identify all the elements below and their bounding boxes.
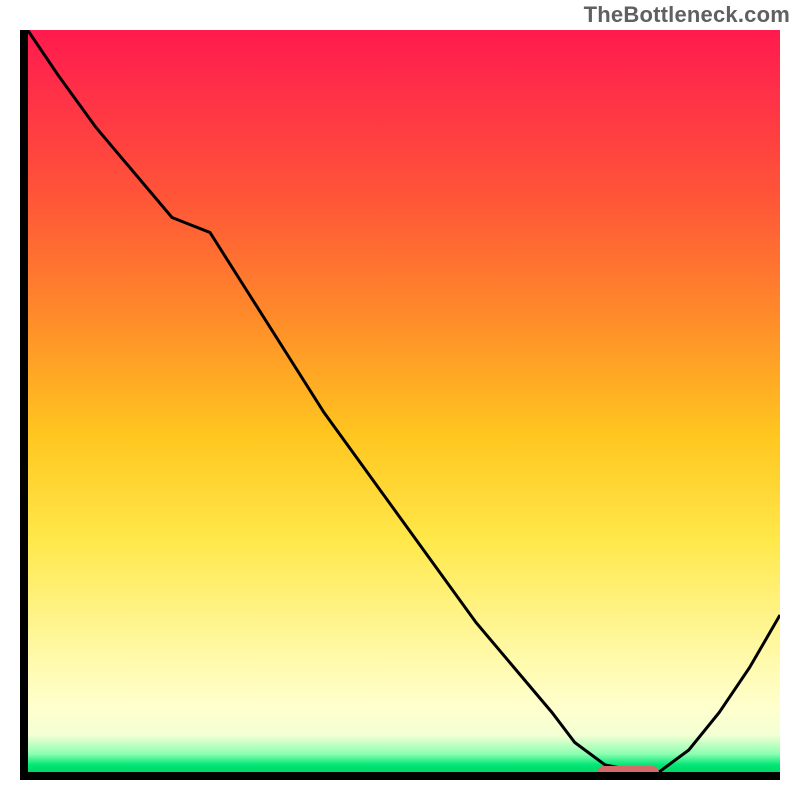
bottleneck-chart: TheBottleneck.com (0, 0, 800, 800)
attribution-text: TheBottleneck.com (584, 2, 790, 28)
optimum-marker (597, 766, 659, 780)
plot-area (20, 30, 780, 780)
curve-layer (20, 30, 780, 780)
bottleneck-curve-path (28, 30, 780, 773)
